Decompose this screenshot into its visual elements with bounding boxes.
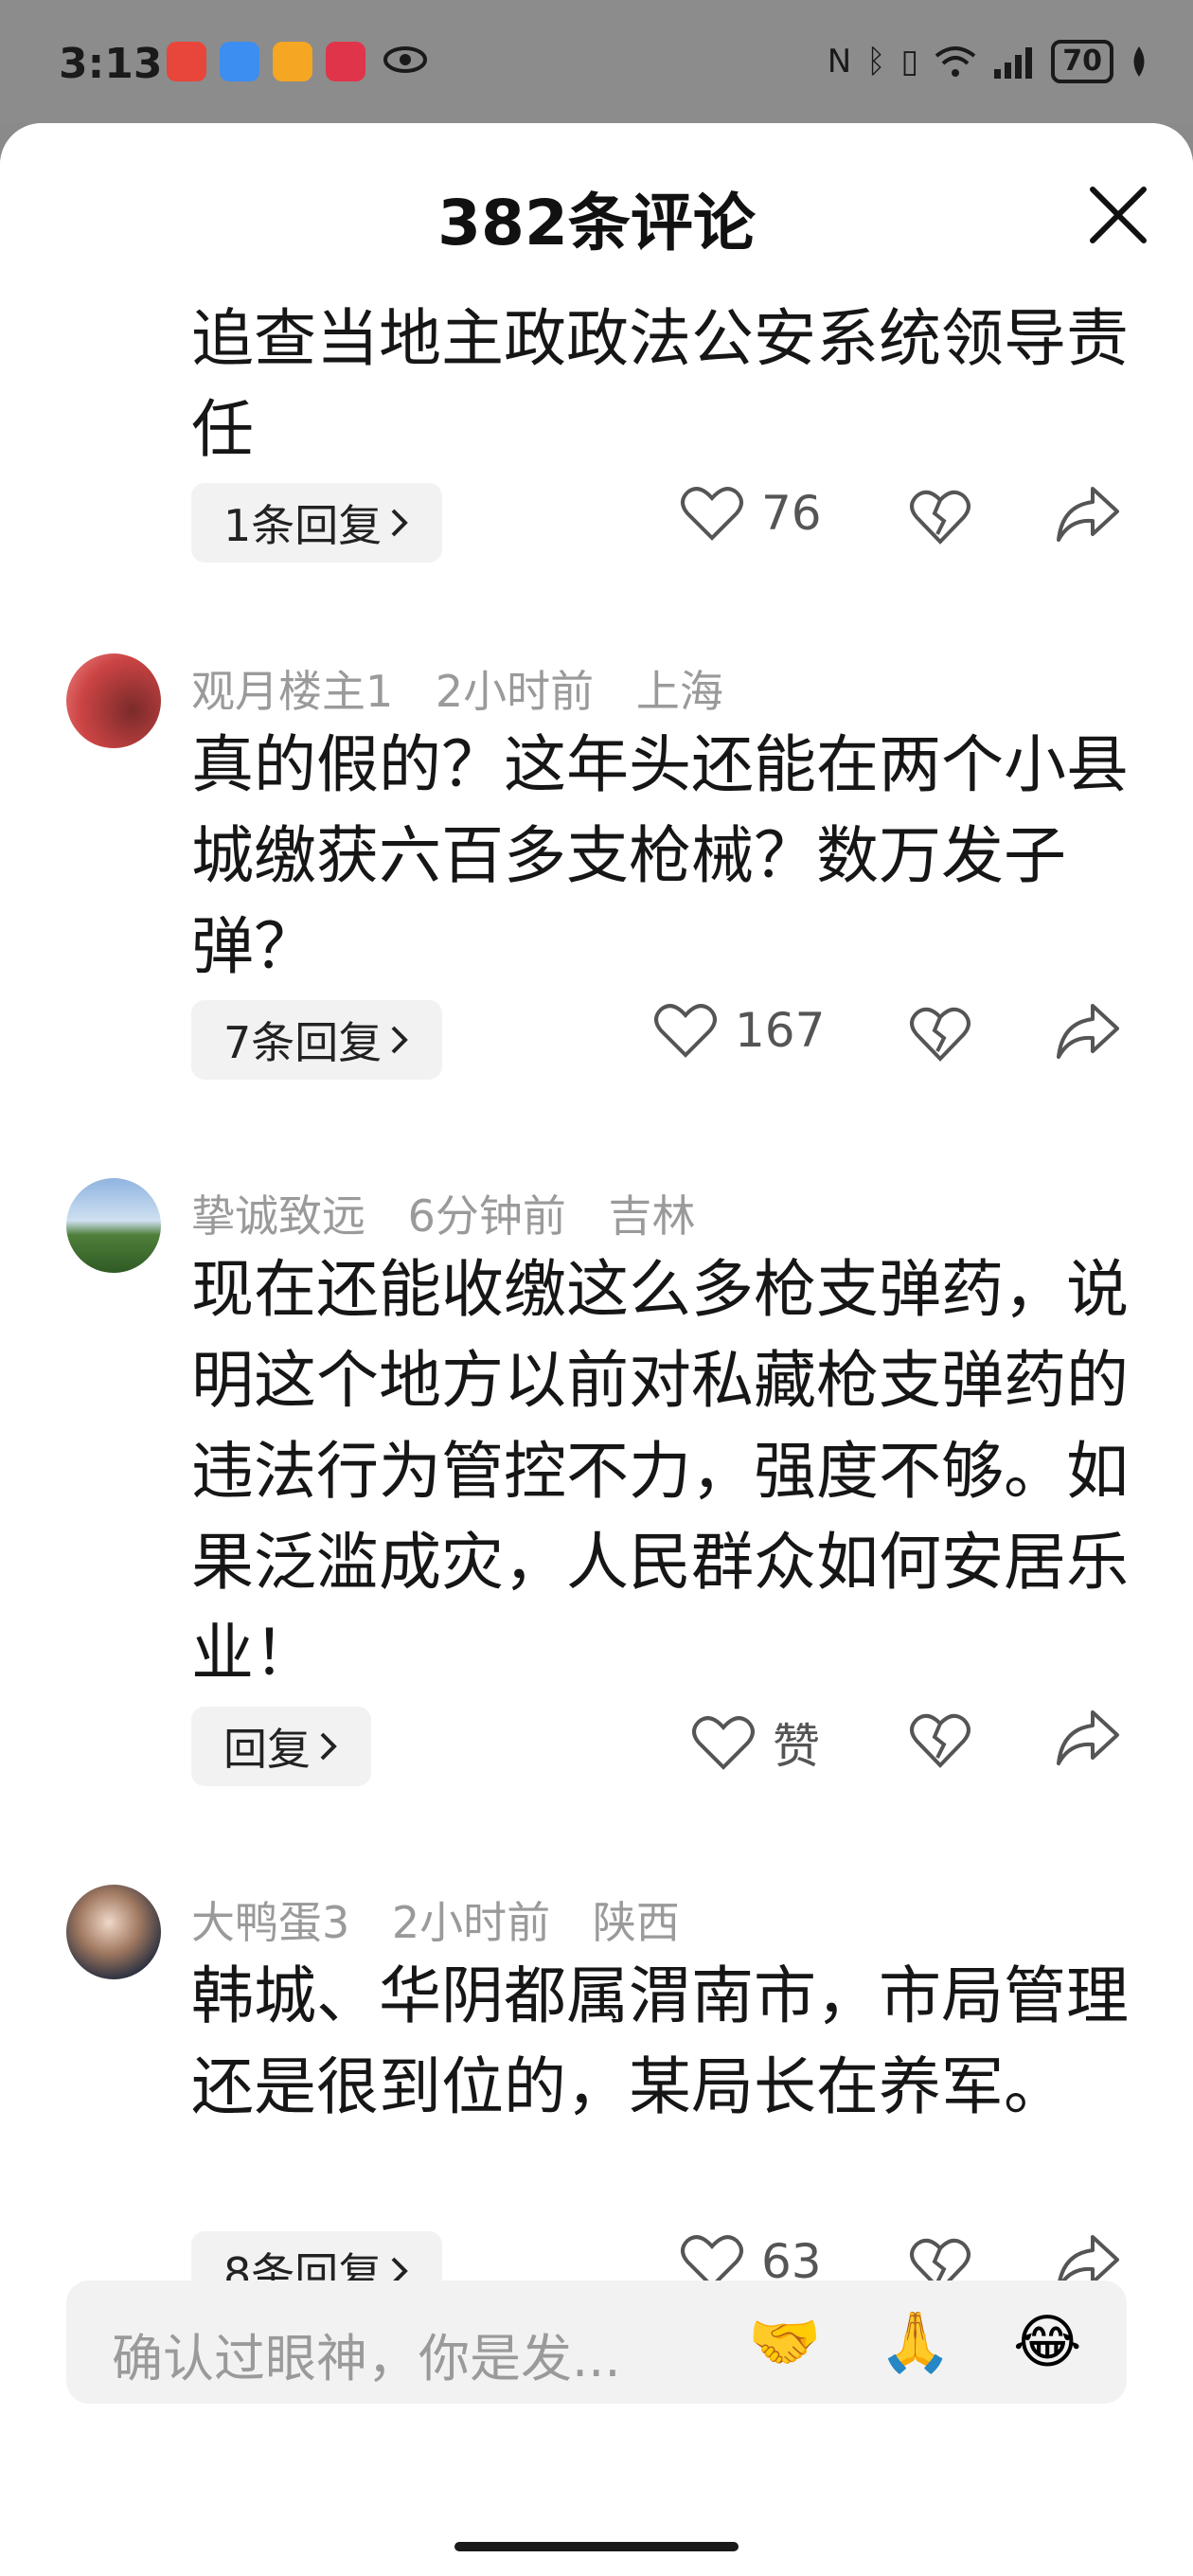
share-icon[interactable] <box>1055 485 1121 544</box>
signal-icon <box>994 47 1033 79</box>
eye-icon <box>383 46 427 73</box>
status-time: 3:13 <box>59 40 163 88</box>
avatar[interactable] <box>66 1885 161 1979</box>
comment-actions: 76 <box>0 485 1193 561</box>
comment-author[interactable]: 大鸭蛋3 <box>191 1897 349 1948</box>
like-count: 167 <box>735 1003 826 1058</box>
like-button[interactable]: 167 <box>653 1002 825 1059</box>
comment-text: 追查当地主政政法公安系统领导责任 <box>191 302 1129 466</box>
comment-actions: 赞 <box>0 1708 1193 1784</box>
app-notification-icon <box>326 42 365 81</box>
like-button[interactable]: 76 <box>680 485 822 542</box>
wifi-icon <box>935 46 976 77</box>
app-notification-icon <box>220 42 259 81</box>
close-icon[interactable] <box>1085 182 1151 248</box>
app-notification-icon <box>167 42 206 81</box>
battery-indicator: 70 <box>1051 40 1113 83</box>
like-count: 76 <box>761 486 822 541</box>
avatar[interactable] <box>66 1178 161 1273</box>
broken-heart-icon[interactable] <box>909 485 971 547</box>
comment-location: 吉林 <box>608 1190 696 1242</box>
status-bar: 3:13 N ᛒ ▯ 70 <box>0 0 1193 123</box>
nfc-icon: N <box>827 43 852 80</box>
heart-icon <box>692 1716 755 1770</box>
vibrate-icon: ▯ <box>900 43 919 80</box>
broken-heart-icon[interactable] <box>909 1708 971 1771</box>
comment-meta: 挚诚致远 6分钟前 吉林 <box>191 1182 724 1244</box>
home-indicator[interactable] <box>454 2542 739 2551</box>
like-count: 赞 <box>773 1719 820 1774</box>
battery-level: 70 <box>1062 45 1102 78</box>
comment-author[interactable]: 挚诚致远 <box>191 1190 365 1242</box>
comment-actions: 167 <box>0 1002 1193 1078</box>
comment-input[interactable]: 确认过眼神，你是发... 🤝 🙏 😂 <box>66 2281 1127 2404</box>
share-icon[interactable] <box>1055 1708 1121 1767</box>
comment-meta: 大鸭蛋3 2小时前 陕西 <box>191 1888 708 1951</box>
comment-time: 6分钟前 <box>407 1190 566 1242</box>
leaf-icon <box>1133 46 1145 77</box>
pray-emoji-button[interactable]: 🙏 <box>879 2309 952 2375</box>
comment-time: 2小时前 <box>435 666 595 717</box>
sheet-header: 382条评论 <box>0 123 1193 284</box>
avatar[interactable] <box>66 653 161 748</box>
like-button[interactable]: 赞 <box>691 1708 820 1777</box>
comment-author[interactable]: 观月楼主1 <box>191 666 393 717</box>
comments-sheet: 382条评论 追查当地主政政法公安系统领导责任 1条回复 76 观月楼主1 2小… <box>0 123 1193 2576</box>
heart-icon <box>654 1004 717 1058</box>
bluetooth-icon: ᛒ <box>866 43 886 80</box>
sheet-title: 382条评论 <box>437 187 756 259</box>
app-notification-icon <box>273 42 312 81</box>
comment-text: 真的假的？这年头还能在两个小县城缴获六百多支枪械？数万发子弹？ <box>191 728 1129 983</box>
comment-time: 2小时前 <box>391 1897 551 1948</box>
handshake-emoji-button[interactable]: 🤝 <box>748 2309 821 2375</box>
comment-location: 陕西 <box>592 1897 680 1948</box>
broken-heart-icon[interactable] <box>909 1002 971 1064</box>
notification-icons <box>167 42 365 81</box>
comment-location: 上海 <box>635 666 723 717</box>
comment-text: 韩城、华阴都属渭南市，市局管理还是很到位的，某局长在养军。 <box>191 1959 1129 2123</box>
system-icons: N ᛒ ▯ 70 <box>828 40 1149 83</box>
share-icon[interactable] <box>1055 1002 1121 1061</box>
heart-icon <box>681 487 743 541</box>
comment-meta: 观月楼主1 2小时前 上海 <box>191 657 752 720</box>
comment-input-placeholder: 确认过眼神，你是发... <box>112 2329 621 2388</box>
comment-text: 现在还能收缴这么多枪支弹药，说明这个地方以前对私藏枪支弹药的违法行为管控不力，强… <box>191 1253 1129 1690</box>
laughing-emoji-button[interactable]: 😂 <box>1013 2309 1081 2375</box>
